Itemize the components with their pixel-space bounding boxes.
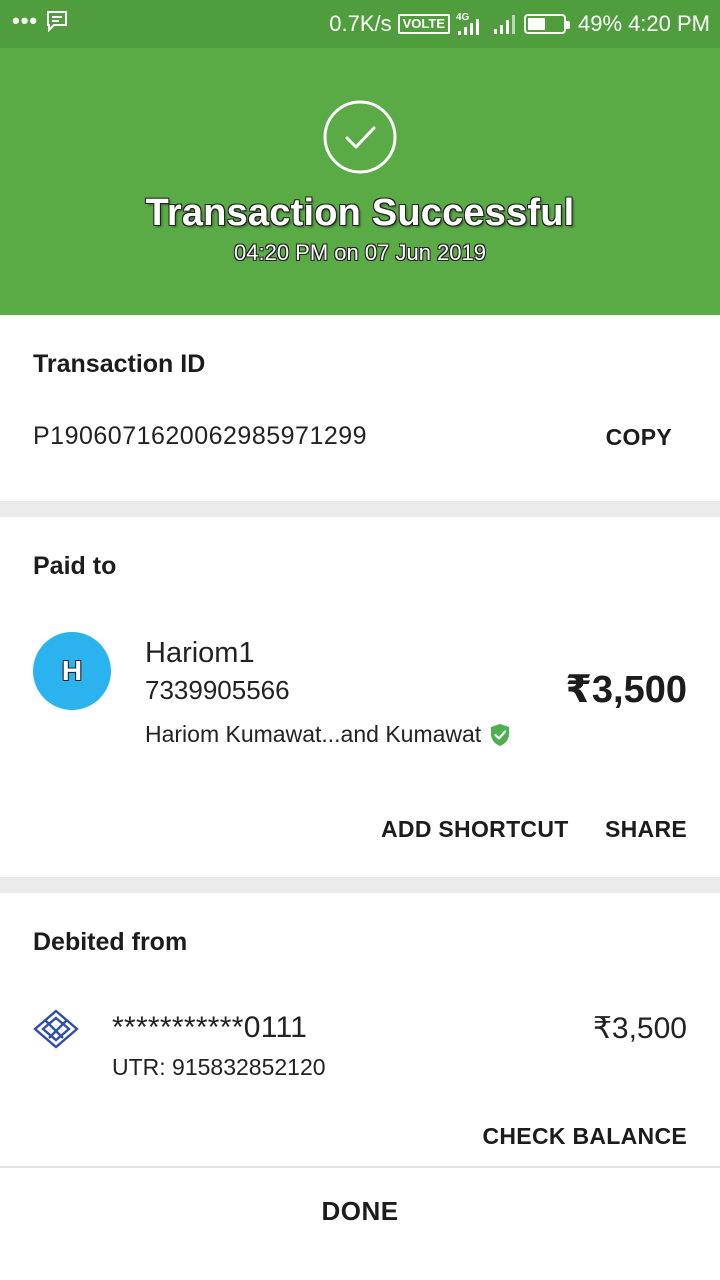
bank-logo-icon xyxy=(33,1009,79,1049)
section-divider xyxy=(0,501,720,517)
payee-phone: 7339905566 xyxy=(145,675,290,705)
utr-number: UTR: 915832852120 xyxy=(112,1054,326,1080)
section-divider xyxy=(0,877,720,893)
avatar-letter: H xyxy=(61,655,83,686)
transaction-id-section: Transaction ID P1906071620062985971299 C… xyxy=(0,315,720,501)
debited-account-number: ***********0111 xyxy=(112,1011,308,1044)
success-header: Transaction Successful 04:20 PM on 07 Ju… xyxy=(0,48,720,315)
share-button[interactable]: SHARE xyxy=(605,816,687,843)
debited-from-section: Debited from ***********0111 UTR: 915832… xyxy=(0,893,720,1166)
status-right: 0.7K/s VOLTE 4G 49% 4:20 PM xyxy=(329,10,710,38)
paid-amount: ₹3,500 xyxy=(565,669,687,711)
check-balance-button[interactable]: CHECK BALANCE xyxy=(482,1123,687,1150)
status-bar: ••• 0.7K/s VOLTE 4G 49% 4:20 PM xyxy=(0,0,720,48)
transaction-timestamp: 04:20 PM on 07 Jun 2019 xyxy=(234,240,486,265)
network-speed: 0.7K/s xyxy=(329,11,392,36)
debited-from-label: Debited from xyxy=(33,928,188,956)
transaction-id-value: P1906071620062985971299 xyxy=(33,422,368,450)
verified-shield-icon xyxy=(491,723,510,746)
signal-4g-icon: 4G xyxy=(456,12,480,35)
copy-button[interactable]: COPY xyxy=(606,424,672,451)
payee-account-name: Hariom Kumawat...and Kumawat xyxy=(145,721,482,747)
page-title: Transaction Successful xyxy=(145,192,575,234)
check-circle-icon xyxy=(323,100,397,174)
transaction-id-label: Transaction ID xyxy=(33,350,206,378)
battery-level xyxy=(528,18,546,30)
footer-divider xyxy=(0,1166,720,1168)
battery-icon xyxy=(524,14,571,34)
clock: 4:20 PM xyxy=(628,11,710,36)
payee-account-row: Hariom Kumawat...and Kumawat xyxy=(145,721,511,748)
paid-to-label: Paid to xyxy=(33,552,117,580)
paid-to-section: Paid to H Hariom1 7339905566 ₹3,500 Hari… xyxy=(0,517,720,877)
debited-amount: ₹3,500 xyxy=(592,1012,687,1045)
more-notifications-icon: ••• xyxy=(12,8,39,33)
svg-text:4G: 4G xyxy=(456,12,470,23)
signal-icon xyxy=(494,15,516,34)
add-shortcut-button[interactable]: ADD SHORTCUT xyxy=(381,816,569,843)
payee-name: Hariom1 xyxy=(145,637,255,669)
avatar: H xyxy=(33,632,111,710)
message-icon xyxy=(47,11,68,32)
volte-badge: VOLTE xyxy=(397,14,451,34)
battery-percent: 49% xyxy=(578,11,623,36)
status-left: ••• xyxy=(12,10,68,32)
done-button[interactable]: DONE xyxy=(0,1196,720,1227)
